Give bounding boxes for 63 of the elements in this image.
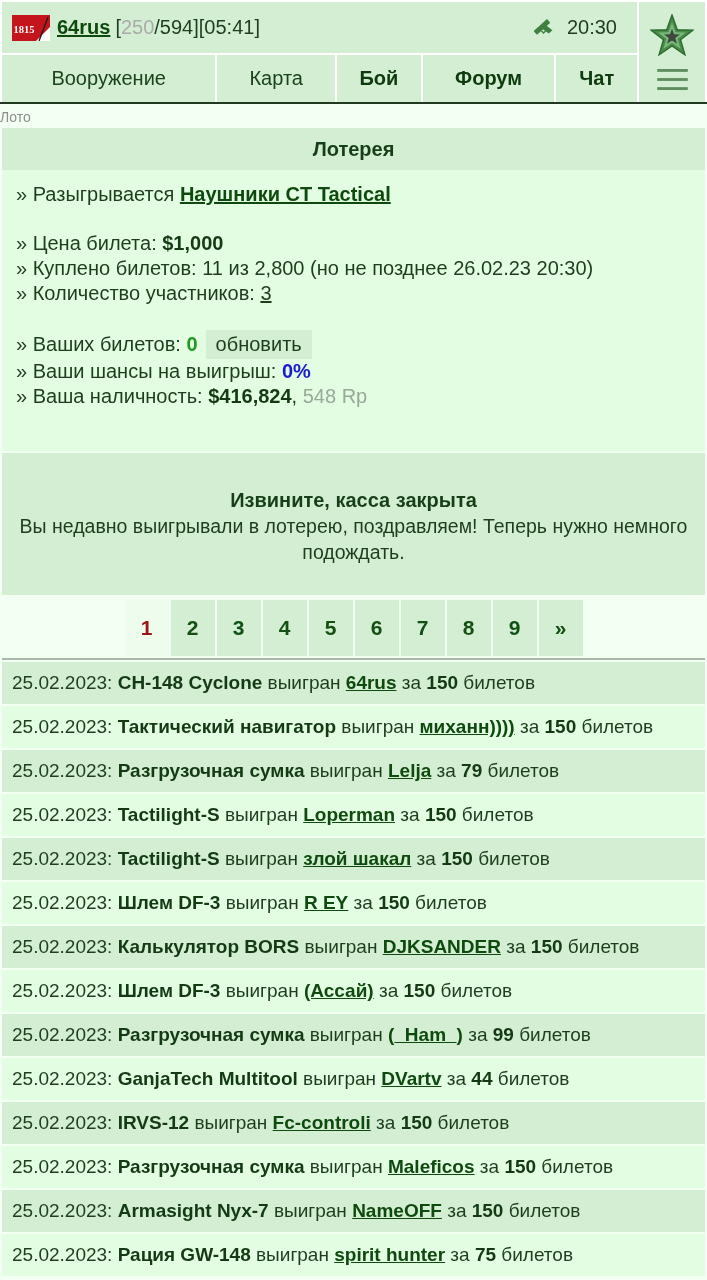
info-line-text: » Ваша наличность: $416,824, 548 Rp [16, 384, 368, 409]
winner-link[interactable]: NameOFF [352, 1200, 442, 1221]
history-text: 25.02.2023: Разгрузочная сумка выигран Maleficos за 150 билетов [12, 1156, 614, 1178]
page-button[interactable]: 8 [446, 600, 491, 656]
section-header: Лотерея [2, 128, 705, 170]
winner-link[interactable]: Loperman [303, 804, 396, 825]
winner-link[interactable]: spirit hunter [334, 1244, 446, 1265]
nav-tab[interactable]: Вооружение [2, 55, 216, 102]
page-button[interactable]: » [538, 600, 583, 656]
winner-link[interactable]: R EY [303, 892, 349, 913]
nav-tab[interactable]: Форум [422, 55, 555, 102]
info-line-text: » Ваших билетов: 0 [16, 332, 198, 357]
info-line-text: » Ваши шансы на выигрыш: 0% [16, 359, 311, 384]
history-text: 25.02.2023: IRVS-12 выигран Fc-controli за 150 билетов [12, 1112, 510, 1134]
notice-text: Вы недавно выигрывали в лотерею, поздравляем! Теперь нужно немного подождать. [18, 514, 689, 565]
prize-link[interactable]: Наушники CT Tactical [179, 183, 391, 205]
number-link[interactable]: 3 [260, 282, 272, 304]
info-line-text: » Куплено билетов: 11 из 2,800 (но не позднее 26.02.23 20:30) [16, 256, 594, 281]
page-button[interactable]: 4 [262, 600, 307, 656]
page-button[interactable]: 7 [400, 600, 445, 656]
notice-title: Извините, касса закрыта [229, 488, 478, 513]
refresh-button[interactable]: обновить [205, 330, 312, 359]
winner-link[interactable]: Fc-controli [272, 1112, 371, 1133]
winner-link[interactable]: 64rus [345, 672, 397, 693]
history-text: 25.02.2023: Разгрузочная сумка выигран (_Ham_) за 99 билетов [12, 1024, 591, 1046]
history-text: 25.02.2023: GanjaTech Multitool выигран DVartv за 44 билетов [12, 1068, 570, 1090]
winner-link[interactable]: (_Ham_) [387, 1024, 463, 1045]
info-line-text: » Разыгрывается Наушники CT Tactical [16, 182, 391, 207]
star-logo-icon[interactable] [650, 14, 694, 56]
history-text: 25.02.2023: Шлем DF-3 выигран (Ассай) за 150 билетов [12, 980, 513, 1002]
info-line-text: » Количество участников: 3 [16, 281, 272, 306]
history-text: 25.02.2023: Шлем DF-3 выигран R EY за 150 билетов [12, 892, 487, 914]
page-button[interactable]: 6 [354, 600, 399, 656]
winner-link[interactable]: DJKSANDER [382, 936, 501, 957]
emblem-logo: 1815 [12, 14, 50, 41]
page-button[interactable]: 9 [492, 600, 537, 656]
history-text: 25.02.2023: Калькулятор BORS выигран DJKSANDER за 150 билетов [12, 936, 640, 958]
history-text: 25.02.2023: Tactilight-S выигран Loperman за 150 билетов [12, 804, 534, 826]
page-button[interactable]: 2 [170, 600, 215, 656]
history-text: 25.02.2023: Разгрузочная сумка выигран Lelja за 79 билетов [12, 760, 560, 782]
history-text: 25.02.2023: Armasight Nyx-7 выигран NameOFF за 150 билетов [12, 1200, 581, 1222]
winner-link[interactable]: Maleficos [387, 1156, 475, 1177]
page-button[interactable]: 3 [216, 600, 261, 656]
username-link[interactable]: 64rus [57, 16, 111, 39]
page-button[interactable]: 1 [124, 600, 169, 656]
player-status-text: [250/594][05:41] [115, 16, 260, 39]
menu-icon[interactable] [656, 69, 688, 90]
clock-time: 20:30 [566, 16, 617, 39]
winner-link[interactable]: (Ассай) [303, 980, 374, 1001]
winner-link[interactable]: миханн)))) [419, 716, 515, 737]
history-text: 25.02.2023: CH-148 Cyclone выигран 64rus за 150 билетов [12, 672, 535, 694]
nav-tab[interactable]: Чат [556, 55, 637, 102]
info-line-text: » Цена билета: $1,000 [16, 231, 224, 256]
page-button[interactable]: 5 [308, 600, 353, 656]
history-text: 25.02.2023: Tactilight-S выигран злой шакал за 150 билетов [12, 848, 550, 870]
nav-tab[interactable]: Карта [217, 55, 336, 102]
history-text: 25.02.2023: Тактический навигатор выигран миханн)))) за 150 билетов [12, 716, 654, 738]
breadcrumb-text: Лото [0, 109, 31, 125]
nav-tab[interactable]: Бой [337, 55, 421, 102]
winner-link[interactable]: Lelja [387, 760, 432, 781]
history-text: 25.02.2023: Рация GW-148 выигран spirit hunter за 75 билетов [12, 1244, 573, 1266]
winner-link[interactable]: злой шакал [303, 848, 412, 869]
winner-link[interactable]: DVartv [381, 1068, 442, 1089]
